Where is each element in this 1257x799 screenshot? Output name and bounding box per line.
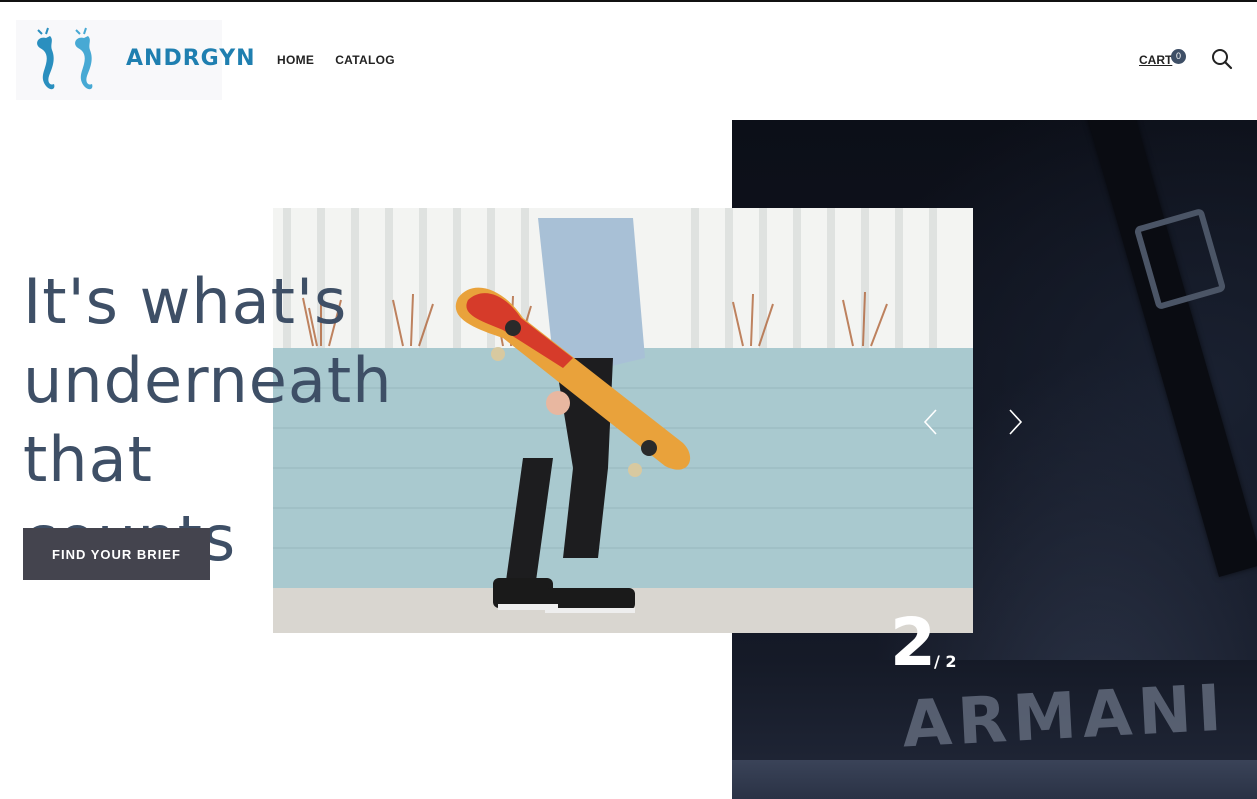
nav-home-link[interactable]: HOME [277,53,314,67]
headline-line-2: underneath that [23,344,393,496]
cart-link[interactable]: CART [1139,53,1172,67]
main-nav: HOME CATALOG [277,53,395,67]
top-border [0,0,1257,2]
headline-line-1: It's what's [23,265,348,338]
slide-counter: 2 / 2 [890,604,957,681]
nav-catalog-link[interactable]: CATALOG [335,53,395,67]
search-icon[interactable] [1211,48,1233,70]
site-logo[interactable]: ANDRGYN [16,20,255,100]
jeans-band [732,760,1257,799]
slide-current-number: 2 [890,604,936,681]
logo-text: ANDRGYN [126,46,256,71]
chevron-right-icon[interactable] [1003,406,1027,438]
slide-total-number: / 2 [934,652,957,671]
suspender-strap [1086,120,1257,578]
find-your-brief-button[interactable]: FIND YOUR BRIEF [23,528,210,580]
cart-count-badge: 0 [1171,49,1186,64]
chevron-left-icon[interactable] [919,406,943,438]
